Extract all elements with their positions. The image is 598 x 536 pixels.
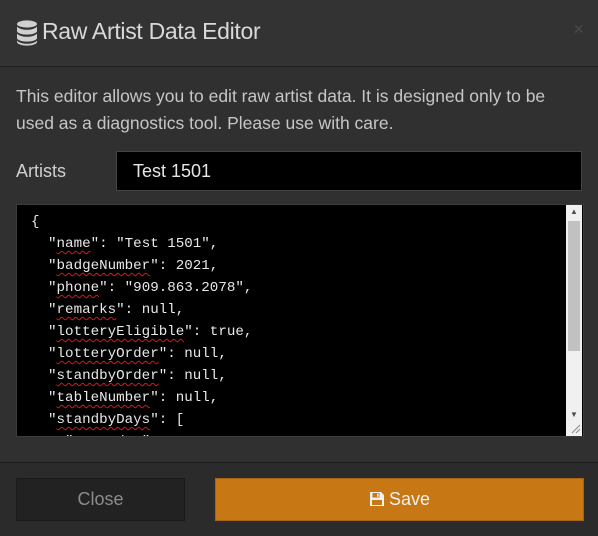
raw-data-code[interactable]: { "name": "Test 1501", "badgeNumber": 20… (31, 211, 253, 436)
code-line: "phone": "909.863.2078", (31, 280, 253, 296)
code-line: "standbyDays": [ (31, 412, 185, 428)
code-line-text: lotteryOrder (56, 346, 159, 362)
artists-input[interactable] (116, 151, 582, 191)
editor-description: This editor allows you to edit raw artis… (16, 86, 546, 133)
code-line-text: lotteryEligible (56, 324, 185, 340)
dialog-body: This editor allows you to edit raw artis… (0, 67, 598, 461)
resize-handle-icon[interactable] (569, 422, 581, 434)
code-line: "name": "Test 1501", (31, 236, 219, 252)
dialog-footer: Close Save (0, 462, 598, 536)
dialog-title: Raw Artist Data Editor (42, 18, 261, 44)
code-line: "standbyOrder": null, (31, 368, 227, 384)
code-line: "tableNumber": null, (31, 390, 219, 406)
code-line-text: Saturday (74, 434, 142, 436)
dialog-header: Raw Artist Data Editor × (0, 0, 598, 67)
close-icon[interactable]: × (573, 20, 584, 38)
save-button[interactable]: Save (215, 478, 584, 521)
floppy-disk-icon (369, 492, 384, 506)
code-line: "badgeNumber": 2021, (31, 258, 219, 274)
code-line-text: tableNumber (56, 390, 151, 406)
editor-scrollbar[interactable]: ▲ ▼ (566, 205, 582, 436)
code-line-text: name (56, 236, 91, 252)
code-line-text: standbyOrder (56, 368, 159, 384)
code-line-text: phone (56, 280, 100, 296)
code-line: "lotteryEligible": true, (31, 324, 253, 340)
code-line: "remarks": null, (31, 302, 185, 318)
artists-label: Artists (16, 161, 67, 181)
code-line: { (31, 214, 40, 230)
raw-artist-data-editor-dialog: Raw Artist Data Editor × This editor all… (0, 0, 598, 536)
scroll-up-arrow-icon[interactable]: ▲ (566, 205, 582, 219)
close-button[interactable]: Close (16, 478, 185, 521)
save-button-label: Save (388, 489, 431, 509)
scroll-thumb[interactable] (568, 221, 580, 351)
code-line-text: badgeNumber (56, 258, 151, 274)
code-line: "Saturday", (31, 434, 159, 436)
code-line-text: standbyDays (56, 412, 151, 428)
raw-data-editor[interactable]: { "name": "Test 1501", "badgeNumber": 20… (16, 204, 584, 437)
code-line-text: remarks (56, 302, 117, 318)
code-line: "lotteryOrder": null, (31, 346, 227, 362)
scroll-down-arrow-icon[interactable]: ▼ (566, 408, 582, 422)
database-icon (17, 20, 37, 46)
